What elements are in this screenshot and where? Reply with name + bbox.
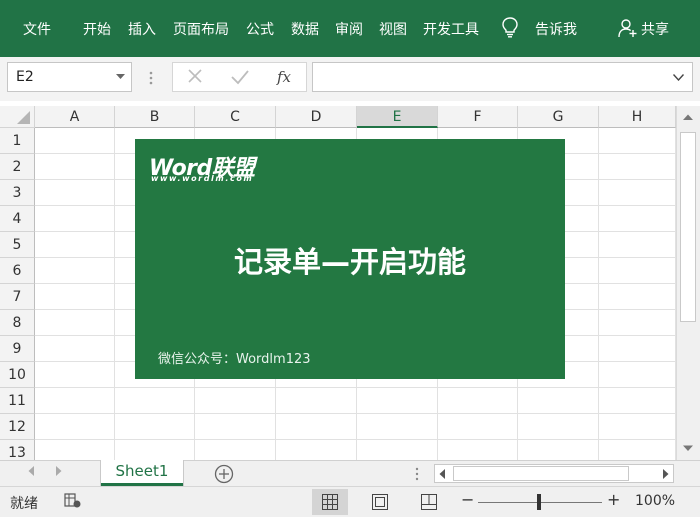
column-header-g[interactable]: G [518, 106, 599, 128]
normal-view-button[interactable] [312, 489, 348, 515]
row-header-2[interactable]: 2 [0, 154, 35, 180]
scroll-left-icon[interactable] [439, 469, 446, 479]
macro-record-icon[interactable] [64, 493, 82, 509]
tab-developer[interactable]: 开发工具 [423, 19, 479, 39]
chevron-down-icon[interactable] [116, 74, 125, 80]
row-header-1[interactable]: 1 [0, 128, 35, 154]
title-banner-image[interactable]: Word联盟 www.wordlm.com 记录单—开启功能 微信公众号：Wor… [135, 139, 565, 379]
tab-review[interactable]: 审阅 [335, 19, 363, 39]
grid-view-icon [322, 494, 338, 510]
enter-check-icon[interactable] [230, 63, 250, 91]
vertical-scroll-thumb[interactable] [680, 132, 696, 322]
name-box[interactable]: E2 [7, 62, 132, 92]
name-box-value: E2 [16, 69, 34, 85]
gridline [35, 413, 676, 414]
lightbulb-icon[interactable] [501, 16, 519, 42]
cancel-icon[interactable] [185, 63, 205, 91]
drag-handle-icon[interactable] [148, 70, 154, 86]
status-bar: 就绪 − + 100% [0, 486, 700, 517]
tab-formulas[interactable]: 公式 [246, 19, 274, 39]
tab-home[interactable]: 开始 [83, 19, 111, 39]
sheet-tab-bar: Sheet1 [0, 460, 700, 486]
previous-sheet-icon[interactable] [28, 466, 35, 476]
select-all-corner[interactable] [0, 106, 35, 128]
chevron-down-icon[interactable] [673, 74, 684, 81]
ready-status: 就绪 [10, 496, 38, 512]
add-sheet-icon[interactable] [214, 464, 234, 484]
scroll-right-icon[interactable] [662, 469, 669, 479]
zoom-in-button[interactable]: + [607, 490, 620, 509]
row-header-3[interactable]: 3 [0, 180, 35, 206]
vertical-scrollbar[interactable] [676, 106, 700, 460]
formula-input[interactable] [312, 62, 693, 92]
tab-view[interactable]: 视图 [379, 19, 407, 39]
insert-function-button[interactable]: fx [277, 63, 301, 91]
row-header-7[interactable]: 7 [0, 284, 35, 310]
zoom-slider-thumb[interactable] [537, 494, 541, 510]
scroll-up-icon[interactable] [683, 114, 693, 121]
column-header-h[interactable]: H [599, 106, 676, 128]
tab-file[interactable]: 文件 [23, 19, 51, 39]
tab-data[interactable]: 数据 [291, 19, 319, 39]
row-header-5[interactable]: 5 [0, 232, 35, 258]
page-break-icon [421, 494, 437, 510]
gridline [598, 128, 599, 460]
row-header-9[interactable]: 9 [0, 336, 35, 362]
row-header-4[interactable]: 4 [0, 206, 35, 232]
column-header-b[interactable]: B [115, 106, 195, 128]
column-header-e[interactable]: E [357, 106, 438, 128]
tab-split-handle-icon[interactable] [414, 467, 420, 481]
ribbon-bar: 文件 开始 插入 页面布局 公式 数据 审阅 视图 开发工具 告诉我 共享 [0, 0, 700, 57]
column-header-d[interactable]: D [276, 106, 357, 128]
formula-buttons: fx [172, 62, 307, 92]
gridline [35, 387, 676, 388]
row-header-12[interactable]: 12 [0, 414, 35, 440]
horizontal-scrollbar[interactable] [434, 464, 674, 483]
row-header-8[interactable]: 8 [0, 310, 35, 336]
gridline [114, 128, 115, 460]
next-sheet-icon[interactable] [55, 466, 62, 476]
person-icon[interactable] [618, 18, 638, 42]
row-header-6[interactable]: 6 [0, 258, 35, 284]
row-header-11[interactable]: 11 [0, 388, 35, 414]
row-header-13[interactable]: 13 [0, 440, 35, 460]
scroll-down-icon[interactable] [683, 445, 693, 452]
sheet-tab-sheet1[interactable]: Sheet1 [101, 460, 183, 486]
gridline [35, 439, 676, 440]
banner-title: 记录单—开启功能 [233, 245, 466, 279]
column-header-c[interactable]: C [195, 106, 276, 128]
page-layout-view-button[interactable] [362, 489, 398, 515]
zoom-level[interactable]: 100% [635, 493, 675, 509]
row-header-10[interactable]: 10 [0, 362, 35, 388]
logo-url: www.wordlm.com [151, 174, 254, 183]
column-header-f[interactable]: F [438, 106, 518, 128]
page-break-view-button[interactable] [411, 489, 447, 515]
share-button[interactable]: 共享 [641, 19, 669, 39]
zoom-out-button[interactable]: − [461, 490, 474, 509]
column-header-a[interactable]: A [35, 106, 115, 128]
page-layout-icon [372, 494, 388, 510]
wechat-account: 微信公众号：Wordlm123 [158, 352, 311, 367]
tab-page-layout[interactable]: 页面布局 [173, 19, 229, 39]
tell-me-search[interactable]: 告诉我 [535, 19, 577, 39]
tab-insert[interactable]: 插入 [128, 19, 156, 39]
horizontal-scroll-thumb[interactable] [453, 466, 629, 481]
formula-bar-row: E2 fx [0, 57, 700, 101]
